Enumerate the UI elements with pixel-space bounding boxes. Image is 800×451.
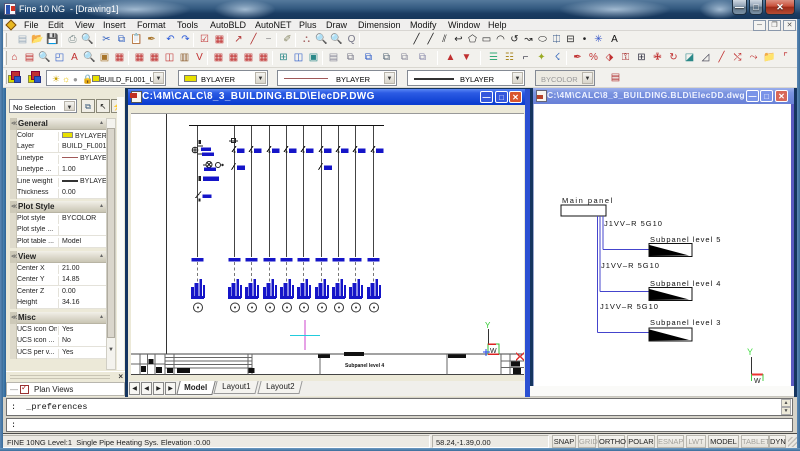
svg-text:J1VV–R 5G10: J1VV–R 5G10 [600, 302, 659, 311]
svg-text:W: W [754, 378, 761, 384]
svg-text:W: W [490, 348, 497, 355]
svg-text:Subpanel level 3: Subpanel level 3 [650, 318, 721, 327]
svg-text:Main panel: Main panel [562, 196, 614, 205]
svg-text:J1VV–R 5G10: J1VV–R 5G10 [601, 261, 660, 270]
svg-text:Y: Y [485, 321, 491, 330]
svg-text:Y: Y [747, 347, 753, 357]
svg-text:Subpanel level 4: Subpanel level 4 [345, 363, 384, 369]
svg-text:J1VV–R 5G10: J1VV–R 5G10 [604, 219, 663, 228]
svg-text:Subpanel level 5: Subpanel level 5 [650, 235, 721, 244]
svg-text:Subpanel level 4: Subpanel level 4 [650, 279, 721, 288]
